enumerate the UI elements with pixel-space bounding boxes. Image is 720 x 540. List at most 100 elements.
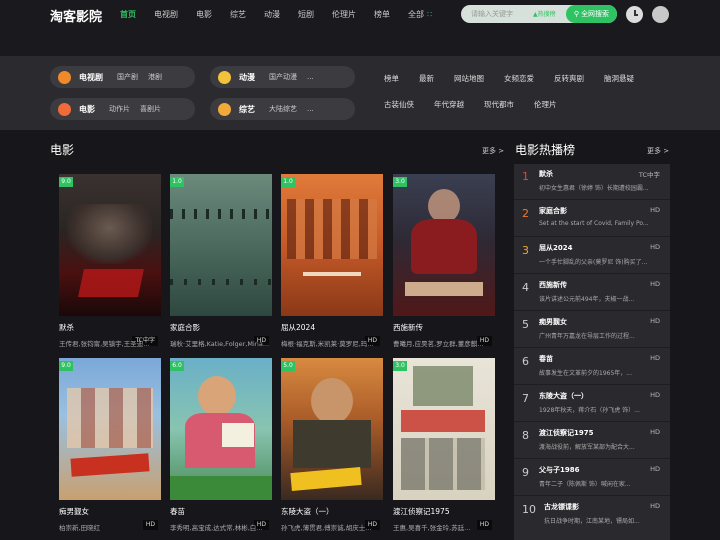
rank-item[interactable]: 4 西施新传 HD 该片讲述公元前494年，夫椒一战... xyxy=(514,275,670,311)
rank-title[interactable]: 父与子1986 xyxy=(539,465,579,475)
site-logo[interactable]: 淘客影院 xyxy=(50,6,102,25)
rank-title[interactable]: 渡江侦察记1975 xyxy=(539,428,593,438)
rank-title[interactable]: 古龙镖谍影 xyxy=(544,502,579,512)
category-sub-link[interactable]: 国产动漫 xyxy=(269,72,297,82)
rank-title[interactable]: 春苗 xyxy=(539,354,553,364)
score-badge: 9.0 xyxy=(59,361,73,371)
hot-section-title: 电影热播榜 xyxy=(515,143,576,157)
cat-link[interactable]: 网站地图 xyxy=(454,73,484,84)
nav-ethics[interactable]: 伦理片 xyxy=(332,9,356,20)
movie-poster[interactable] xyxy=(59,358,161,500)
rank-item[interactable]: 7 东陵大盗（一） HD 1928年秋天，蒋介石（孙飞虎 饰）... xyxy=(514,386,670,422)
nav-home[interactable]: 首页 xyxy=(120,9,136,20)
nav-tv[interactable]: 电视剧 xyxy=(154,9,178,20)
movie-title[interactable]: 家庭合影 xyxy=(170,322,200,333)
category-sub-more[interactable]: ... xyxy=(307,105,314,113)
category-title: 电影 xyxy=(79,104,95,114)
cat-link[interactable]: 古装仙侠 xyxy=(384,99,414,110)
category-pill-variety[interactable]: 综艺 大陆综艺 ... xyxy=(210,98,355,120)
category-sub-link[interactable]: 喜剧片 xyxy=(140,104,161,114)
category-pill-anime[interactable]: 动漫 国产动漫 ... xyxy=(210,66,355,88)
rank-title[interactable]: 默杀 xyxy=(539,169,553,179)
category-sub-link[interactable]: 国产剧 xyxy=(117,72,138,82)
search-button[interactable]: ⚲ 全网搜索 xyxy=(566,5,617,23)
rank-item[interactable]: 10 古龙镖谍影 HD 抗日战争时期，江南某地，镖局如... xyxy=(514,497,670,533)
movies-more-link[interactable]: 更多 > xyxy=(482,146,504,156)
movie-card[interactable]: 3.0 HD 西施新传 曹曦月,应昊茗,罗立群,董彦麒... xyxy=(393,174,495,349)
movie-title[interactable]: 默杀 xyxy=(59,322,74,333)
cat-link[interactable]: 年代穿越 xyxy=(434,99,464,110)
rank-item[interactable]: 1 默杀 TC中字 初中女生惠君（徐婷 饰）长期遭校园霸... xyxy=(514,164,670,200)
search-bar: ▲热搜榜 ⚲全网搜索 xyxy=(461,5,617,23)
rank-quality: HD xyxy=(650,465,660,473)
nav-variety[interactable]: 综艺 xyxy=(230,9,246,20)
category-pill-movie[interactable]: 电影 动作片 喜剧片 xyxy=(50,98,195,120)
movie-card[interactable]: 5.0 HD 东陵大盗（一） 孙飞虎,薄贯君,傅崇诚,胡庆士... xyxy=(281,358,383,533)
rank-number: 6 xyxy=(522,355,529,368)
main-nav: 首页 电视剧 电影 综艺 动漫 短剧 伦理片 榜单 全部 ∷ xyxy=(120,9,432,20)
rank-item[interactable]: 2 家庭合影 HD Set at the start of Covid, Fam… xyxy=(514,201,670,237)
cat-link[interactable]: 反转爽剧 xyxy=(554,73,584,84)
movie-actors: 柏崇新,田晓红 xyxy=(59,524,101,532)
movie-title[interactable]: 西施新传 xyxy=(393,322,423,333)
rank-item[interactable]: 3 屈从2024 HD 一个手忙脚乱的父亲(莫罗尼 饰)购买了... xyxy=(514,238,670,274)
category-sub-link[interactable]: 港剧 xyxy=(148,72,162,82)
movie-card[interactable]: 6.0 HD 春苗 李秀明,高宝成,达式常,林彬,白... xyxy=(170,358,272,533)
rank-quality: HD xyxy=(650,502,660,510)
movie-actors: 王传君,张钧甯,吴镇宇,王圣迪... xyxy=(59,340,150,348)
movie-poster[interactable] xyxy=(281,358,383,500)
rank-item[interactable]: 9 父与子1986 HD 青年二子（陈佩斯 饰）喊闲在家... xyxy=(514,460,670,496)
category-pill-tv[interactable]: 电视剧 国产剧 港剧 xyxy=(50,66,195,88)
cat-link[interactable]: 脑洞悬疑 xyxy=(604,73,634,84)
cat-link[interactable]: 榜单 xyxy=(384,73,399,84)
cat-link[interactable]: 现代都市 xyxy=(484,99,514,110)
movie-poster[interactable] xyxy=(170,358,272,500)
movie-title[interactable]: 屈从2024 xyxy=(281,322,315,333)
hot-search-link[interactable]: ▲热搜榜 xyxy=(533,9,556,18)
rank-title[interactable]: 家庭合影 xyxy=(539,206,567,216)
cat-link[interactable]: 伦理片 xyxy=(534,99,557,110)
rank-title[interactable]: 东陵大盗（一） xyxy=(539,391,588,401)
movie-card[interactable]: 1.0 HD 家庭合影 瑞秋·艾里格,Katie,Folger,Mina... xyxy=(170,174,272,349)
movie-poster[interactable] xyxy=(393,358,495,500)
rank-item[interactable]: 8 渡江侦察记1975 HD 渡海战役前，解放军某部为配合大... xyxy=(514,423,670,459)
movie-card[interactable]: 3.0 HD 渡江侦察记1975 王惠,吴喜千,张金玲,苏廷... xyxy=(393,358,495,533)
category-sub-link[interactable]: 动作片 xyxy=(109,104,130,114)
user-avatar-icon[interactable] xyxy=(652,6,669,23)
rank-desc: 青年二子（陈佩斯 饰）喊闲在家... xyxy=(539,481,631,488)
nav-short[interactable]: 短剧 xyxy=(298,9,314,20)
movie-title[interactable]: 东陵大盗（一） xyxy=(281,506,334,517)
category-sub-link[interactable]: 大陆综艺 xyxy=(269,104,297,114)
cat-link[interactable]: 女频恋爱 xyxy=(504,73,534,84)
category-bar: 电视剧 国产剧 港剧 动漫 国产动漫 ... 电影 动作片 喜剧片 综艺 大陆综… xyxy=(0,56,720,130)
movie-card[interactable]: 9.0 TC中字 默杀 王传君,张钧甯,吴镇宇,王圣迪... xyxy=(59,174,161,349)
category-sub-more[interactable]: ... xyxy=(307,73,314,81)
rank-number: 8 xyxy=(522,429,529,442)
hot-more-link[interactable]: 更多 > xyxy=(647,146,669,156)
history-clock-icon[interactable] xyxy=(626,6,643,23)
movie-title[interactable]: 痴男觐女 xyxy=(59,506,89,517)
nav-ranking[interactable]: 榜单 xyxy=(374,9,390,20)
movie-poster[interactable] xyxy=(59,174,161,316)
movie-poster[interactable] xyxy=(170,174,272,316)
rank-desc: 广州青年万嘉龙在导层工作的过程... xyxy=(539,333,635,340)
movie-card[interactable]: 9.0 HD 痴男觐女 柏崇新,田晓红 xyxy=(59,358,161,533)
rank-title[interactable]: 痴男觐女 xyxy=(539,317,567,327)
rank-title[interactable]: 西施新传 xyxy=(539,280,567,290)
movie-title[interactable]: 春苗 xyxy=(170,506,185,517)
nav-movie[interactable]: 电影 xyxy=(196,9,212,20)
movie-title[interactable]: 渡江侦察记1975 xyxy=(393,506,450,517)
rank-number: 10 xyxy=(522,503,536,516)
cat-link[interactable]: 最新 xyxy=(419,73,434,84)
nav-anime[interactable]: 动漫 xyxy=(264,9,280,20)
rank-quality: HD xyxy=(650,391,660,399)
movie-poster[interactable] xyxy=(393,174,495,316)
movie-card[interactable]: 1.0 HD 屈从2024 梅根·福克斯,米凯莱·莫罗尼,玛... xyxy=(281,174,383,349)
score-badge: 6.0 xyxy=(170,361,184,371)
rank-desc: 初中女生惠君（徐婷 饰）长期遭校园霸... xyxy=(539,185,649,192)
rank-title[interactable]: 屈从2024 xyxy=(539,243,572,253)
nav-all[interactable]: 全部 ∷ xyxy=(408,9,432,20)
rank-item[interactable]: 5 痴男觐女 HD 广州青年万嘉龙在导层工作的过程... xyxy=(514,312,670,348)
movie-poster[interactable] xyxy=(281,174,383,316)
rank-item[interactable]: 6 春苗 HD 故事发生在文革前夕的1965年，... xyxy=(514,349,670,385)
